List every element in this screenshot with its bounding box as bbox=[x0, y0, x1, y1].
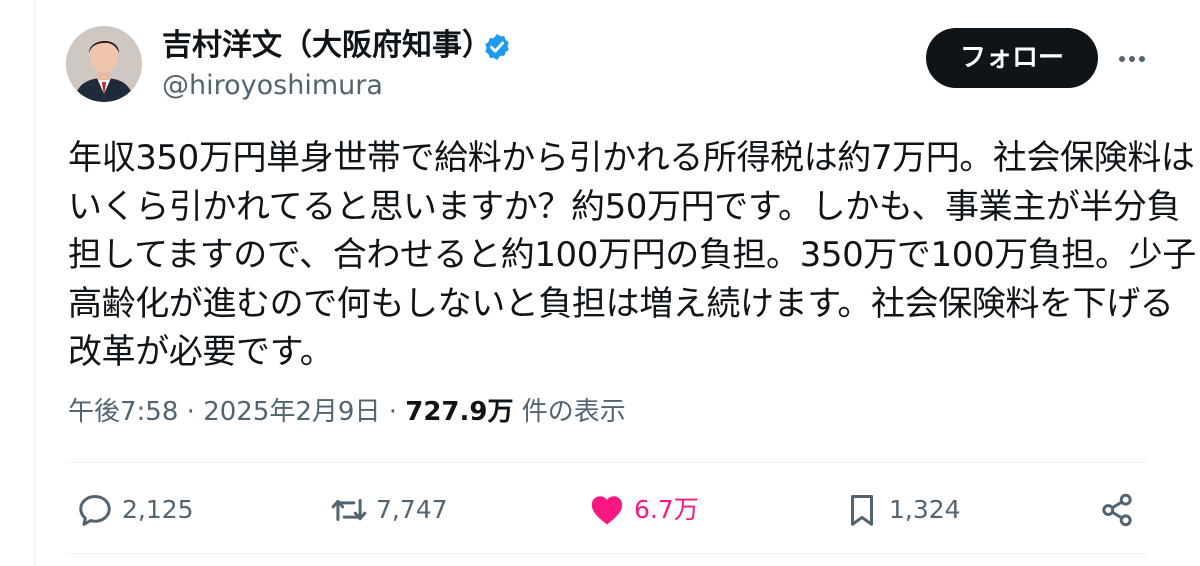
share-icon bbox=[1102, 493, 1132, 527]
heart-icon bbox=[591, 496, 623, 525]
views-label: 件の表示 bbox=[513, 397, 626, 427]
avatar[interactable] bbox=[66, 26, 142, 102]
like-button[interactable]: 6.7万 bbox=[588, 488, 699, 532]
author-handle[interactable]: @hiroyoshimura bbox=[162, 68, 383, 104]
tweet-text-line: 担してますので、合わせると約100万円の負担。350万で100万負担。少子 bbox=[68, 235, 1196, 275]
bookmark-icon bbox=[850, 495, 874, 526]
tweet-text-line: 改革が必要です。 bbox=[68, 332, 334, 372]
reply-count: 2,125 bbox=[122, 495, 194, 524]
tweet-text-line: 年収350万円単身世帯で給料から引かれる所得税は約7万円。社会保険料は bbox=[68, 138, 1195, 178]
tweet-text-line: いくら引かれてると思いますか？約50万円です。しかも、事業主が半分負 bbox=[68, 186, 1181, 227]
more-options-icon[interactable] bbox=[1112, 44, 1152, 74]
share-button[interactable] bbox=[1098, 488, 1136, 532]
tweet-card: 吉村洋文（大阪府知事） @hiroyoshimura フォロー 年収350万円単… bbox=[0, 0, 1200, 566]
author-display-name[interactable]: 吉村洋文（大阪府知事） bbox=[162, 26, 492, 66]
retweet-count: 7,747 bbox=[376, 495, 448, 524]
reply-button[interactable]: 2,125 bbox=[76, 488, 194, 532]
tweet-meta: 午後7:58 · 2025年2月9日 · 727.9万 件の表示 bbox=[68, 394, 626, 430]
retweet-icon bbox=[331, 498, 367, 522]
meta-separator: · bbox=[380, 397, 406, 427]
tweet-time[interactable]: 午後7:58 bbox=[68, 397, 178, 427]
verified-badge-icon bbox=[485, 33, 509, 61]
bookmark-button[interactable]: 1,324 bbox=[843, 488, 961, 532]
follow-button[interactable]: フォロー bbox=[926, 28, 1098, 88]
tweet-date[interactable]: 2025年2月9日 bbox=[203, 397, 380, 427]
retweet-button[interactable]: 7,747 bbox=[330, 488, 448, 532]
divider bbox=[66, 553, 1148, 554]
timeline-border bbox=[34, 0, 35, 566]
views-count[interactable]: 727.9万 bbox=[405, 397, 513, 427]
bookmark-count: 1,324 bbox=[889, 495, 961, 524]
reply-icon bbox=[79, 495, 111, 526]
profile-photo bbox=[66, 26, 142, 102]
meta-separator: · bbox=[178, 397, 204, 427]
tweet-text: 年収350万円単身世帯で給料から引かれる所得税は約7万円。社会保険料は いくら引… bbox=[68, 134, 1196, 377]
like-count: 6.7万 bbox=[634, 495, 699, 524]
divider bbox=[66, 462, 1148, 463]
tweet-text-line: 高齢化が進むので何もしないと負担は増え続けます。社会保険料を下げる bbox=[68, 283, 1174, 324]
